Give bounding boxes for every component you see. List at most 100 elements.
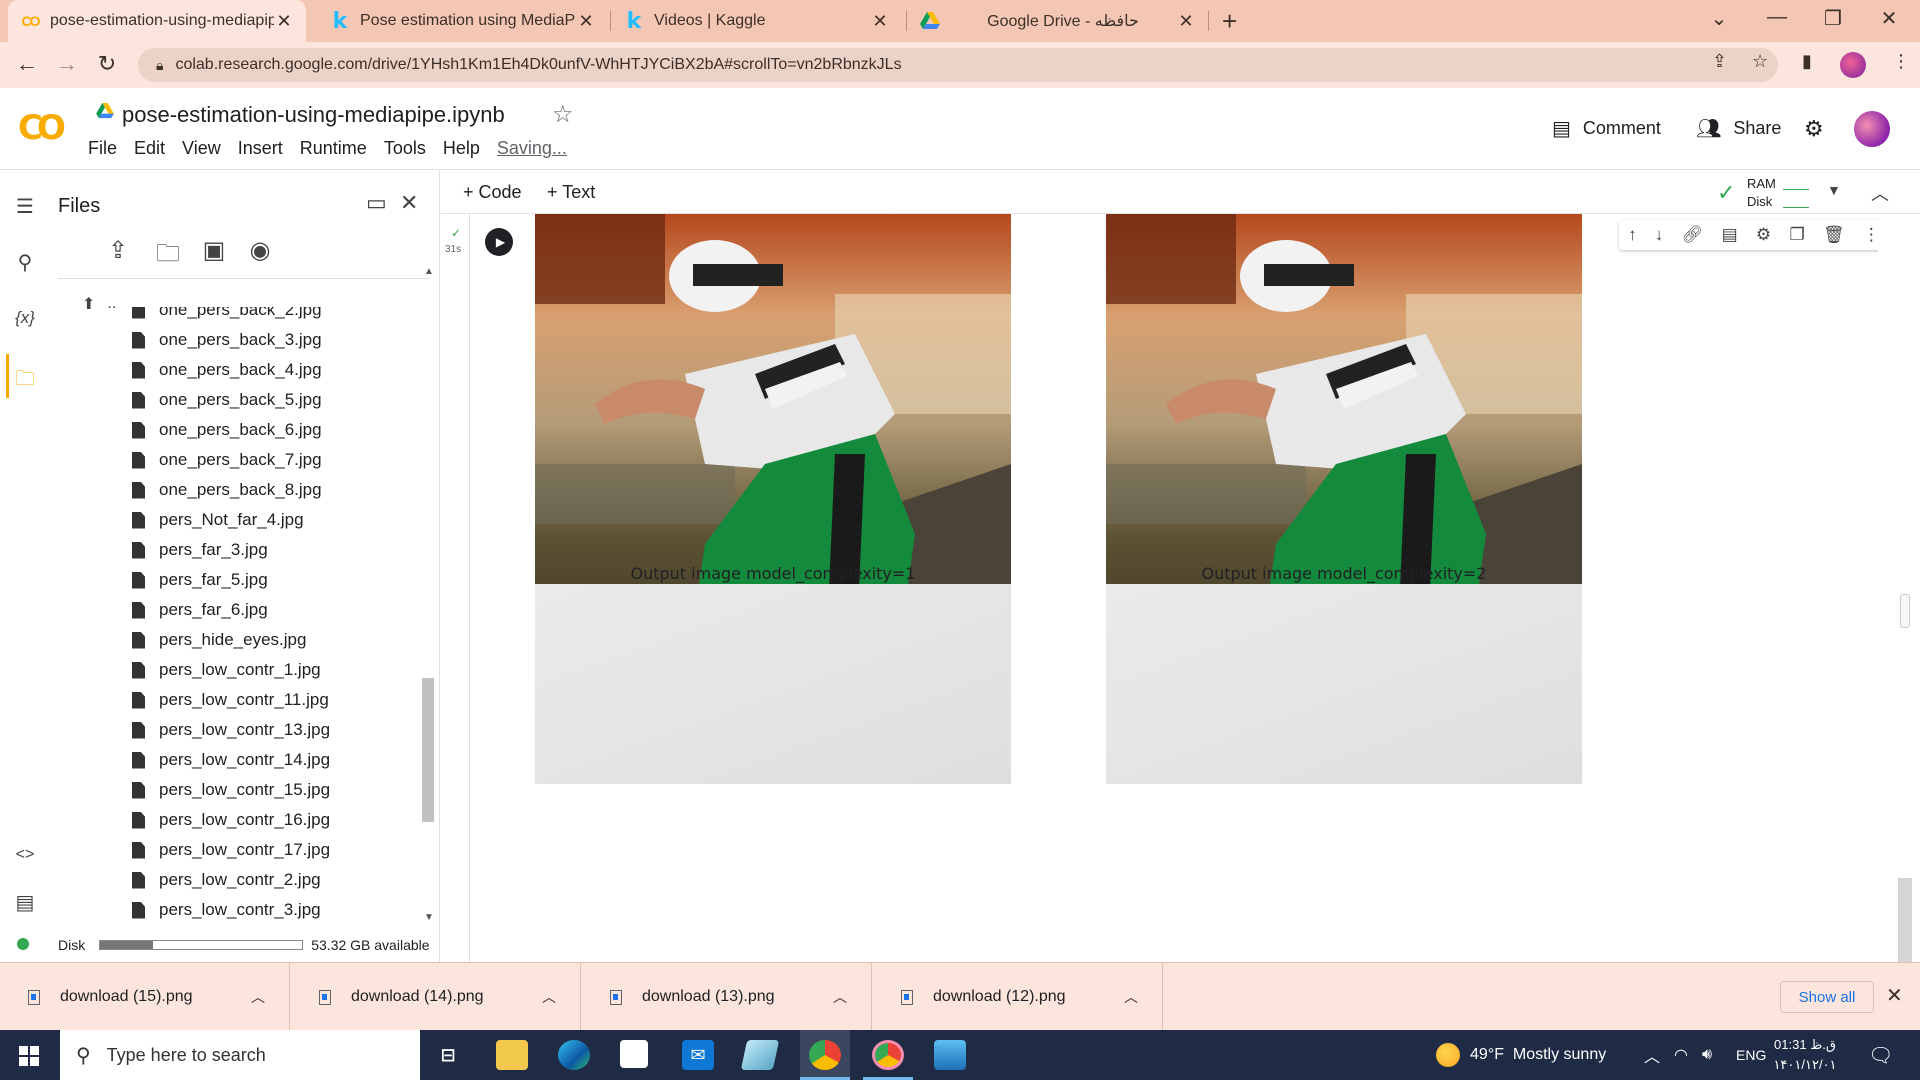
browser-tab-kaggle-videos[interactable]: k Videos | Kaggle ✕ — [612, 0, 902, 42]
close-panel-icon[interactable]: ✕ — [400, 190, 418, 216]
scroll-up-arrow-icon[interactable]: ▲ — [424, 266, 434, 277]
notes-app-icon[interactable] — [740, 1040, 780, 1070]
close-icon[interactable]: ✕ — [1176, 11, 1196, 32]
file-item[interactable]: pers_low_contr_15.jpg — [132, 775, 330, 805]
move-up-arrow-icon[interactable]: ↑ — [1628, 225, 1637, 245]
file-item[interactable]: one_pers_back_2.jpg — [132, 307, 322, 325]
file-item[interactable]: pers_low_contr_17.jpg — [132, 835, 330, 865]
minimize-icon[interactable]: — — [1762, 6, 1792, 29]
browser-tab-kaggle-pose[interactable]: k Pose estimation using MediaPipe ✕ — [318, 0, 608, 42]
file-explorer-icon[interactable] — [496, 1040, 528, 1070]
back-arrow-icon[interactable]: ← — [12, 51, 42, 77]
file-item[interactable]: pers_far_6.jpg — [132, 595, 268, 625]
cell-position-marker[interactable] — [1900, 594, 1910, 628]
open-in-tab-icon[interactable]: ▭ — [366, 190, 387, 216]
menu-view[interactable]: View — [182, 138, 221, 159]
show-hidden-eye-icon[interactable]: ◉ — [244, 236, 276, 265]
file-item[interactable]: pers_far_5.jpg — [132, 565, 268, 595]
menu-tools[interactable]: Tools — [384, 138, 426, 159]
comment-icon[interactable]: ▤ — [1722, 225, 1738, 245]
window-close-icon[interactable]: ✕ — [1874, 6, 1904, 31]
command-palette-icon[interactable]: ▤ — [12, 890, 38, 915]
file-item[interactable]: one_pers_back_3.jpg — [132, 325, 322, 355]
variables-icon[interactable]: {x} — [12, 308, 38, 328]
table-of-contents-icon[interactable]: ☰ — [12, 194, 38, 219]
volume-icon[interactable]: 🔊︎ — [1702, 1030, 1712, 1080]
file-item[interactable]: one_pers_back_5.jpg — [132, 385, 322, 415]
delete-trash-icon[interactable]: 🗑︎ — [1823, 225, 1845, 245]
taskbar-search-box[interactable]: ⚲ Type here to search — [60, 1030, 420, 1080]
saving-status[interactable]: Saving... — [497, 138, 567, 159]
mount-drive-icon[interactable]: ▣ — [198, 236, 230, 265]
file-item[interactable]: one_pers_back_7.jpg — [132, 445, 322, 475]
file-item[interactable]: one_pers_back_8.jpg — [132, 475, 322, 505]
file-item[interactable]: pers_hide_eyes.jpg — [132, 625, 306, 655]
file-item[interactable]: pers_Not_far_4.jpg — [132, 505, 304, 535]
file-item[interactable]: one_pers_back_6.jpg — [132, 415, 322, 445]
close-icon[interactable]: ✕ — [274, 11, 294, 32]
file-item[interactable]: pers_low_contr_13.jpg — [132, 715, 330, 745]
reload-icon[interactable]: ↻ — [92, 51, 122, 77]
show-all-downloads-button[interactable]: Show all — [1780, 981, 1874, 1013]
url-omnibox[interactable]: 🔒︎ colab.research.google.com/drive/1YHsh… — [138, 48, 1778, 82]
menu-file[interactable]: File — [88, 138, 117, 159]
browser-tab-drive[interactable]: Google Drive - حافظه ✕ — [908, 0, 1208, 42]
folder-icon[interactable]: 🗀 — [12, 364, 38, 398]
upload-file-icon[interactable]: ⇪ — [102, 236, 134, 265]
file-item[interactable]: pers_low_contr_16.jpg — [132, 805, 330, 835]
bookmark-star-icon[interactable]: ☆ — [1752, 51, 1768, 72]
account-avatar[interactable] — [1852, 109, 1892, 149]
tab-search-chevron-icon[interactable]: ⌄ — [1704, 6, 1734, 31]
search-icon[interactable]: ⚲ — [12, 250, 38, 275]
close-icon[interactable]: ✕ — [870, 11, 890, 32]
files-scrollbar-thumb[interactable] — [422, 678, 434, 822]
notebook-scrollbar-thumb[interactable] — [1898, 878, 1912, 962]
settings-gear-icon[interactable]: ⚙ — [1756, 225, 1771, 245]
taskbar-clock[interactable]: 01:31 ق.ظ ۱۴۰۱/۱۲/۰۱ — [1770, 1035, 1840, 1075]
chevron-up-icon[interactable]: ︿ — [833, 987, 847, 1007]
weather-widget[interactable]: 49°F Mostly sunny — [1436, 1030, 1606, 1080]
share-button[interactable]: 👥︎ Share — [1696, 116, 1781, 141]
microsoft-store-icon[interactable] — [620, 1040, 648, 1068]
wifi-icon[interactable]: ◠ — [1674, 1030, 1688, 1080]
chevron-up-icon[interactable]: ︿ — [251, 987, 265, 1007]
restore-icon[interactable]: ❐ — [1818, 6, 1848, 31]
star-icon[interactable]: ☆ — [552, 100, 574, 129]
file-item[interactable]: pers_low_contr_2.jpg — [132, 865, 321, 895]
file-item[interactable]: pers_far_3.jpg — [132, 535, 268, 565]
resources-dropdown-icon[interactable]: ▼ — [1827, 182, 1841, 198]
chevron-up-icon[interactable]: ︿ — [1124, 987, 1138, 1007]
mirror-cell-icon[interactable]: ❐ — [1789, 225, 1804, 245]
notifications-icon[interactable]: 🗨︎ — [1868, 1030, 1893, 1080]
file-item[interactable]: pers_low_contr_11.jpg — [132, 685, 329, 715]
menu-runtime[interactable]: Runtime — [300, 138, 367, 159]
edge-browser-icon[interactable] — [558, 1040, 590, 1070]
chrome-icon[interactable] — [809, 1040, 841, 1070]
comment-button[interactable]: ▤ Comment — [1552, 116, 1661, 141]
browser-menu-icon[interactable]: ⋮ — [1892, 51, 1910, 72]
scroll-down-arrow-icon[interactable]: ▼ — [424, 912, 434, 923]
task-view-icon[interactable]: ⊟ — [432, 1040, 464, 1070]
forward-arrow-icon[interactable]: → — [52, 51, 82, 77]
colab-logo[interactable]: CO — [18, 108, 66, 148]
refresh-folder-icon[interactable]: 🗀 — [152, 236, 184, 277]
file-item[interactable]: one_pers_back_4.jpg — [132, 355, 322, 385]
move-down-arrow-icon[interactable]: ↓ — [1655, 225, 1664, 245]
chevron-up-icon[interactable]: ︿ — [542, 987, 556, 1007]
download-item[interactable]: download (12).png ︿ — [873, 963, 1163, 1031]
menu-edit[interactable]: Edit — [134, 138, 165, 159]
add-code-button[interactable]: + Code — [463, 182, 522, 203]
menu-help[interactable]: Help — [443, 138, 480, 159]
file-item[interactable]: pers_low_contr_14.jpg — [132, 745, 330, 775]
browser-tab-colab[interactable]: CO pose-estimation-using-mediapipe.ipynb… — [8, 0, 306, 42]
input-language[interactable]: ENG — [1736, 1030, 1766, 1080]
photos-app-icon[interactable] — [934, 1040, 966, 1070]
collapse-header-chevron-icon[interactable]: ︿ — [1871, 180, 1889, 206]
code-snippets-icon[interactable]: <> — [12, 846, 38, 864]
notebook-name[interactable]: pose-estimation-using-mediapipe.ipynb — [122, 102, 505, 128]
download-item[interactable]: download (14).png ︿ — [291, 963, 581, 1031]
file-item[interactable]: pers_low_contr_1.jpg — [132, 655, 321, 685]
mail-icon[interactable]: ✉ — [682, 1040, 714, 1070]
settings-gear-icon[interactable]: ⚙ — [1804, 116, 1824, 142]
file-item[interactable]: pers_low_contr_3.jpg — [132, 895, 321, 925]
